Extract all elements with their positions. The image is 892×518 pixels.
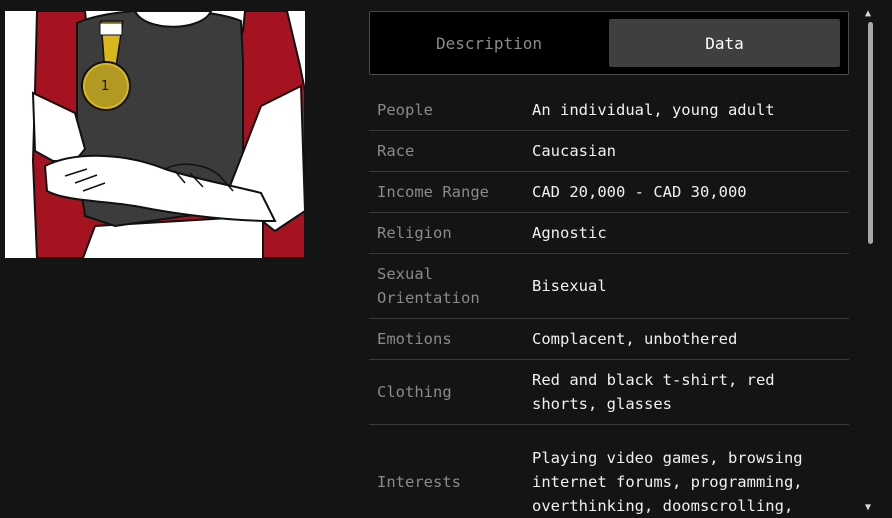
table-row: Interests Playing video games, browsing … [369,425,849,518]
row-label: Race [377,142,415,160]
table-row: Emotions Complacent, unbothered [369,319,849,360]
row-label: Interests [377,472,461,491]
row-label: Sexual Orientation [377,265,480,307]
row-label: Emotions [377,330,452,348]
svg-text:1: 1 [101,79,109,94]
row-value: Red and black t-shirt, red shorts, glass… [532,371,775,413]
tab-description[interactable]: Description [378,19,600,67]
tab-data[interactable]: Data [609,19,840,67]
table-row: People An individual, young adult [369,90,849,131]
table-row: Race Caucasian [369,131,849,172]
data-table: People An individual, young adult Race C… [369,90,849,518]
row-label: Religion [377,224,452,242]
scrollbar[interactable]: ▲ ▼ [863,8,877,514]
row-value: An individual, young adult [532,101,775,119]
row-value: Bisexual [532,277,607,295]
row-value: CAD 20,000 - CAD 30,000 [532,183,747,201]
row-value: Agnostic [532,224,607,242]
table-row: Clothing Red and black t-shirt, red shor… [369,360,849,425]
table-row: Sexual Orientation Bisexual [369,254,849,319]
table-row: Income Range CAD 20,000 - CAD 30,000 [369,172,849,213]
row-value: Caucasian [532,142,616,160]
row-value: Complacent, unbothered [532,330,738,348]
artwork-image: 1 [5,11,305,258]
row-label: People [377,101,433,119]
row-label: Income Range [377,183,489,201]
chevron-up-icon[interactable]: ▲ [865,8,871,20]
row-label: Clothing [377,383,452,401]
row-value: Playing video games, browsing internet f… [532,448,803,515]
scrollbar-thumb[interactable] [868,22,873,244]
tab-bar: Description Data [369,11,849,75]
table-row: Religion Agnostic [369,213,849,254]
chevron-down-icon[interactable]: ▼ [865,502,871,514]
